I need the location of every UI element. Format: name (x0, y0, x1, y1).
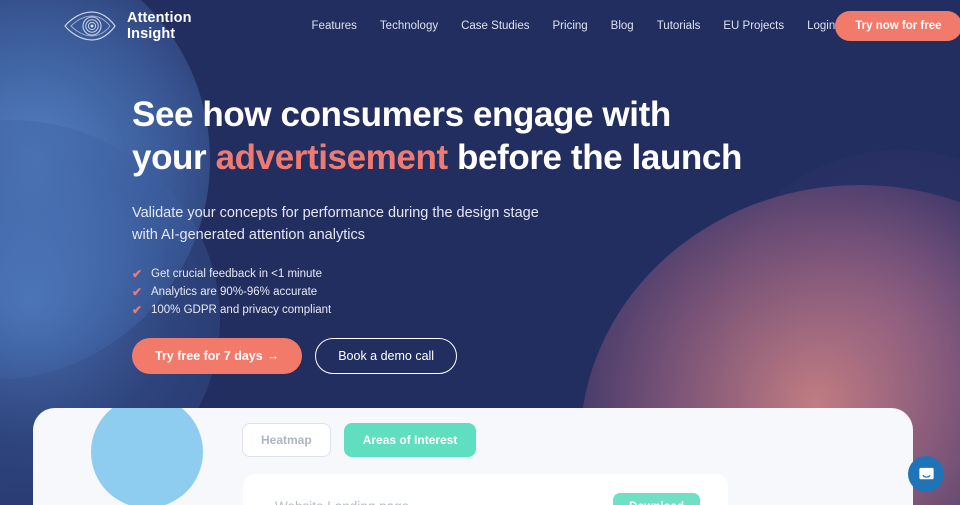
check-icon: ✔ (132, 267, 143, 282)
list-item: ✔ Analytics are 90%-96% accurate (132, 286, 960, 298)
project-card: Website Landing page Download (243, 474, 728, 505)
hero-benefits-list: ✔ Get crucial feedback in <1 minute ✔ An… (132, 268, 960, 316)
project-card-download-button[interactable]: Download (613, 493, 700, 505)
page-root: Attention Insight Features Technology Ca… (0, 0, 960, 505)
nav-item-login[interactable]: Login (807, 20, 835, 32)
try-free-label: Try free for 7 days (155, 349, 263, 364)
nav-item-features[interactable]: Features (312, 20, 357, 32)
header-try-now-button[interactable]: Try now for free (835, 11, 960, 41)
hero-title-rest: before the launch (447, 137, 742, 177)
chat-widget-button[interactable] (908, 456, 944, 492)
eye-icon (64, 11, 116, 41)
arrow-right-icon: → (266, 349, 280, 364)
hero-subtitle: Validate your concepts for performance d… (132, 205, 539, 244)
logo-text: Attention Insight (127, 9, 192, 42)
nav-item-pricing[interactable]: Pricing (553, 20, 588, 32)
benefit-label: Get crucial feedback in <1 minute (151, 268, 322, 281)
book-demo-button[interactable]: Book a demo call (315, 338, 458, 375)
avatar (91, 408, 203, 505)
hero-actions: Try free for 7 days → Book a demo call (132, 338, 960, 375)
list-item: ✔ Get crucial feedback in <1 minute (132, 268, 960, 280)
tab-areas-of-interest[interactable]: Areas of Interest (343, 423, 477, 457)
site-header: Attention Insight Features Technology Ca… (0, 0, 960, 52)
list-item: ✔ 100% GDPR and privacy compliant (132, 304, 960, 316)
check-icon: ✔ (132, 303, 143, 318)
view-mode-tabs: Heatmap Areas of Interest (242, 423, 477, 457)
main-nav: Features Technology Case Studies Pricing… (312, 20, 836, 32)
nav-item-technology[interactable]: Technology (380, 20, 438, 32)
nav-item-case-studies[interactable]: Case Studies (461, 20, 529, 32)
try-free-button[interactable]: Try free for 7 days → (132, 338, 303, 375)
chat-bubble-icon (918, 467, 934, 479)
hero-title-accent: advertisement (215, 137, 449, 177)
nav-item-eu-projects[interactable]: EU Projects (723, 20, 784, 32)
hero-section: See how consumers engage with your adver… (0, 52, 960, 375)
app-preview-panel: Heatmap Areas of Interest Website Landin… (33, 408, 913, 505)
check-icon: ✔ (132, 285, 143, 300)
nav-item-blog[interactable]: Blog (611, 20, 634, 32)
benefit-label: 100% GDPR and privacy compliant (151, 304, 332, 317)
logo[interactable]: Attention Insight (62, 8, 192, 44)
tab-heatmap[interactable]: Heatmap (242, 423, 331, 457)
project-card-title: Website Landing page (275, 499, 409, 505)
hero-title: See how consumers engage with your adver… (132, 94, 752, 179)
nav-item-tutorials[interactable]: Tutorials (657, 20, 701, 32)
benefit-label: Analytics are 90%-96% accurate (151, 286, 318, 299)
